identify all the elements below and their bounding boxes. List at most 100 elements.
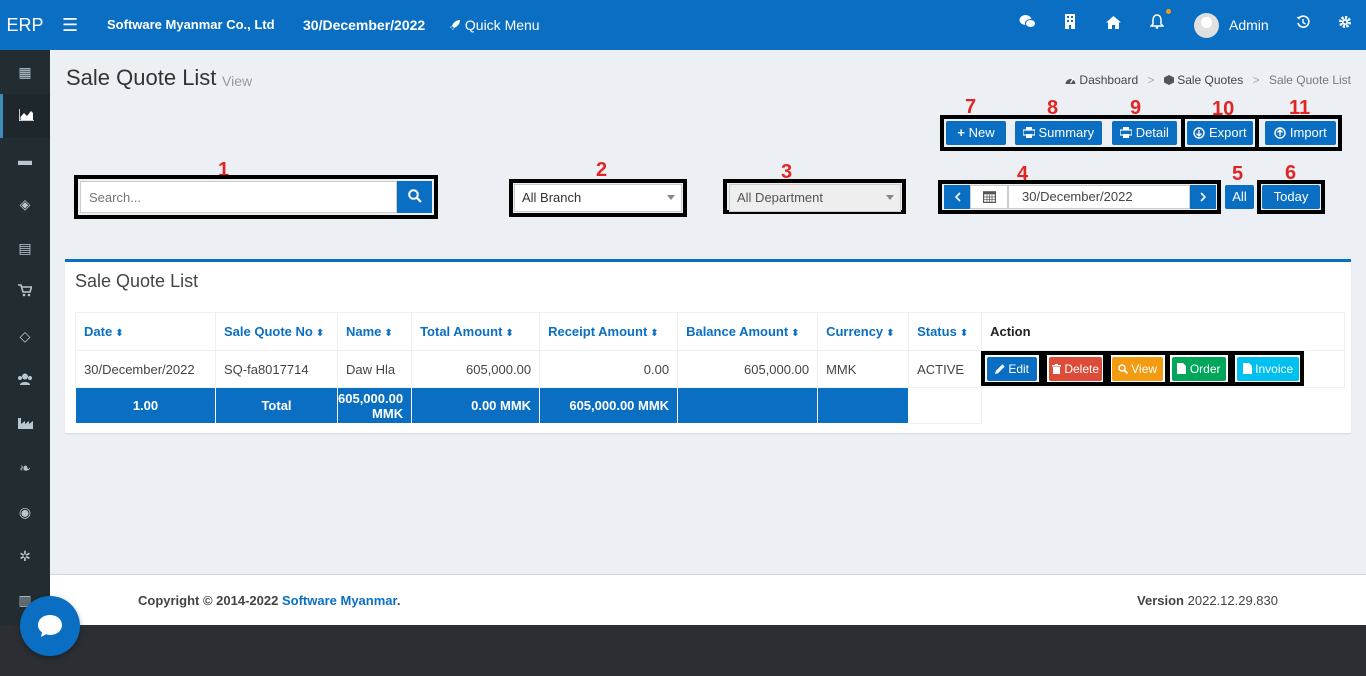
invoice-button[interactable]: Invoice (1237, 357, 1299, 381)
user-name[interactable]: Admin (1229, 0, 1269, 50)
calendar-icon (982, 191, 996, 204)
top-navbar: ERP ☰ Software Myanmar Co., Ltd 30/Decem… (0, 0, 1366, 50)
sort-icon: ⬍ (959, 328, 969, 339)
cell-name: Daw Hla (336, 350, 413, 388)
box-title: Sale Quote List (75, 271, 199, 291)
column-header-date[interactable]: Date ⬍ (75, 312, 216, 351)
column-header-status[interactable]: Status ⬍ (908, 312, 983, 351)
cell-balance-amount: 605,000.00 (677, 350, 819, 388)
sidebar-industry-icon[interactable] (0, 402, 50, 446)
sort-icon: ⬍ (650, 328, 659, 339)
column-header-quote-no[interactable]: Sale Quote No ⬍ (215, 312, 338, 351)
company-name[interactable]: Software Myanmar Co., Ltd (107, 0, 275, 50)
sidebar-cart-icon[interactable] (0, 270, 50, 314)
import-button[interactable]: Import (1265, 121, 1336, 145)
chevron-right-icon (1199, 192, 1206, 202)
total-count: 1.00 (75, 387, 216, 424)
sidebar-soccer-ball-icon[interactable]: ◉ (0, 490, 50, 534)
sidebar-calculator-icon[interactable]: ▦ (0, 50, 50, 94)
sidebar-diamond-icon[interactable]: ◇ (0, 314, 50, 358)
chat-widget-button[interactable] (20, 596, 80, 656)
version-info: Version 2022.12.29.830 (1137, 593, 1278, 608)
cell-status: ACTIVE (908, 350, 983, 388)
balance-amount-sum: 605,000.00 MMK (539, 387, 679, 424)
bottom-panel (0, 625, 1366, 676)
sidebar-clipboard-icon[interactable]: ▤ (0, 226, 50, 270)
search-icon (1118, 364, 1129, 375)
sort-icon: ⬍ (791, 328, 800, 339)
wechat-icon[interactable] (1019, 0, 1036, 50)
sidebar-leaf-icon[interactable]: ❧ (0, 446, 50, 490)
column-header-receipt-amount[interactable]: Receipt Amount ⬍ (539, 312, 679, 351)
cell-receipt-amount: 0.00 (539, 350, 679, 388)
detail-button[interactable]: Detail (1112, 121, 1177, 145)
rocket-icon (450, 20, 460, 30)
home-icon[interactable] (1106, 0, 1121, 50)
dashboard-icon (1065, 78, 1076, 84)
column-header-total-amount[interactable]: Total Amount ⬍ (411, 312, 541, 351)
trash-icon (1051, 364, 1061, 374)
calendar-button[interactable] (970, 185, 1008, 209)
copyright: Copyright © 2014-2022 Software Myanmar. (138, 593, 401, 608)
print-icon (1022, 127, 1036, 138)
gear-icon[interactable] (1338, 0, 1352, 50)
chevron-left-icon (954, 192, 961, 202)
user-avatar[interactable] (1194, 13, 1219, 38)
sidebar-credit-card-icon[interactable]: ▬ (0, 138, 50, 182)
today-button[interactable]: Today (1262, 185, 1320, 209)
sidebar-chart-icon[interactable] (0, 94, 50, 138)
bell-icon[interactable] (1149, 0, 1165, 50)
app-logo[interactable]: ERP (0, 0, 50, 50)
file-icon (1242, 363, 1252, 374)
edit-button[interactable]: Edit (987, 357, 1037, 381)
breadcrumb-sale-quotes[interactable]: Sale Quotes (1177, 73, 1243, 87)
table-total-row: 1.00 Total 605,000.00 MMK 0.00 MMK 605,0… (75, 387, 1345, 424)
quick-menu-label: Quick Menu (464, 17, 540, 33)
column-header-balance-amount[interactable]: Balance Amount ⬍ (677, 312, 819, 351)
sidebar-cube-icon[interactable]: ◈ (0, 182, 50, 226)
sidebar: ▦ ▬ ◈ ▤ ◇ ❧ ◉ ✲ ▥ ◌ (0, 50, 50, 676)
export-button[interactable]: Export (1187, 121, 1253, 145)
column-header-name[interactable]: Name ⬍ (336, 312, 413, 351)
caret-down-icon (667, 195, 675, 200)
date-prev-button[interactable] (944, 185, 970, 209)
delete-button[interactable]: Delete (1049, 357, 1102, 381)
print-icon (1119, 127, 1133, 138)
column-header-action: Action (981, 312, 1346, 351)
search-button[interactable] (397, 181, 432, 213)
building-icon[interactable] (1064, 0, 1076, 50)
department-select[interactable]: All Department (729, 184, 901, 212)
date-next-button[interactable] (1190, 185, 1216, 209)
cell-currency: MMK (817, 350, 910, 388)
total-amount-sum: 605,000.00 MMK (336, 387, 413, 424)
circle-arrow-icon (1193, 127, 1206, 139)
date-input[interactable]: 30/December/2022 (1008, 185, 1190, 209)
chat-bubble-icon (38, 615, 62, 637)
column-header-currency[interactable]: Currency ⬍ (817, 312, 910, 351)
company-link[interactable]: Software Myanmar (282, 593, 397, 608)
all-dates-button[interactable]: All (1225, 185, 1254, 209)
sort-icon: ⬍ (886, 328, 895, 339)
sort-icon: ⬍ (505, 328, 514, 339)
branch-select[interactable]: All Branch (514, 184, 682, 212)
sort-icon: ⬍ (315, 328, 325, 339)
search-input[interactable] (80, 181, 397, 213)
cell-date: 30/December/2022 (75, 350, 216, 388)
annotation-number: 5 (1232, 163, 1244, 185)
sidebar-users-icon[interactable] (0, 358, 50, 402)
summary-button[interactable]: Summary (1015, 121, 1102, 145)
view-button[interactable]: View (1112, 357, 1163, 381)
total-status-empty (817, 387, 910, 424)
breadcrumb-dashboard[interactable]: Dashboard (1079, 73, 1138, 87)
history-icon[interactable] (1296, 0, 1310, 50)
file-icon (1177, 363, 1187, 374)
new-button[interactable]: + New (946, 121, 1006, 145)
cell-total-amount: 605,000.00 (411, 350, 541, 388)
order-button[interactable]: Order (1172, 357, 1226, 381)
hamburger-menu-icon[interactable]: ☰ (62, 0, 78, 50)
receipt-amount-sum: 0.00 MMK (411, 387, 541, 424)
pencil-icon (994, 364, 1005, 374)
quick-menu-button[interactable]: Quick Menu (449, 0, 540, 50)
page-subtitle: View (222, 73, 253, 89)
sidebar-settings-icon[interactable]: ✲ (0, 534, 50, 578)
